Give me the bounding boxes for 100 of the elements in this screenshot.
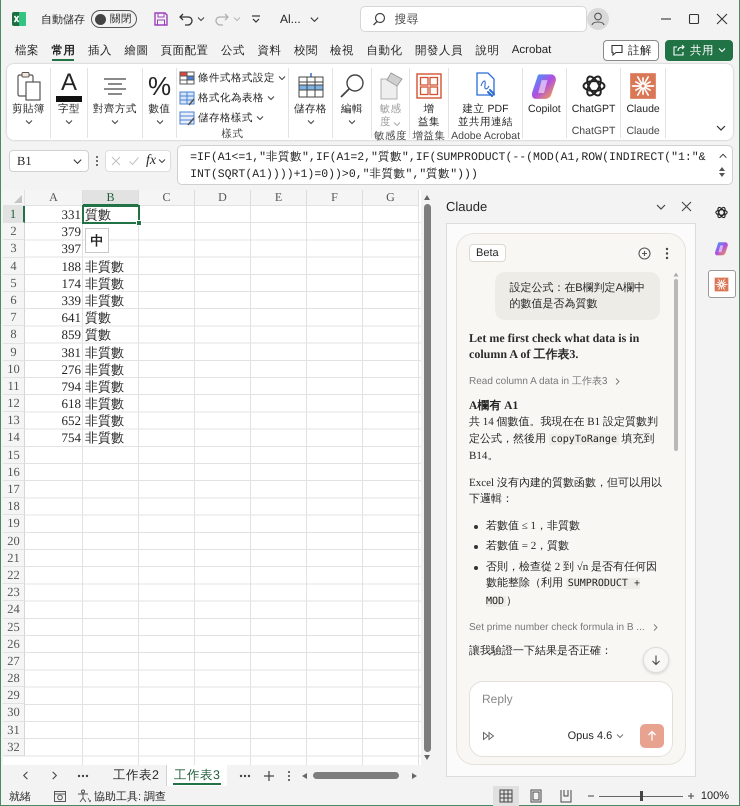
- more-icon[interactable]: [95, 155, 99, 167]
- close-icon[interactable]: [714, 12, 729, 26]
- menu-tab[interactable]: 檢視: [324, 38, 360, 62]
- customize-icon[interactable]: [250, 13, 262, 25]
- menu-tab[interactable]: 說明: [469, 38, 506, 62]
- scroll-down-button[interactable]: [643, 647, 670, 673]
- row-header[interactable]: 28: [3, 670, 25, 688]
- ribbon-button[interactable]: Claude: [623, 68, 663, 124]
- ribbon-button[interactable]: % 數值: [145, 68, 174, 138]
- row-header[interactable]: 1: [3, 206, 25, 224]
- row-header[interactable]: 18: [3, 498, 25, 516]
- row-header[interactable]: 2: [3, 223, 25, 240]
- menu-tab[interactable]: 頁面配置: [154, 38, 215, 62]
- more-icon[interactable]: [238, 774, 251, 778]
- ribbon-button[interactable]: 對齊方式: [90, 68, 140, 138]
- row-header[interactable]: 19: [3, 515, 25, 533]
- row-header[interactable]: 4: [3, 258, 25, 275]
- ribbon-button[interactable]: 增 益集: [412, 68, 446, 129]
- row-header[interactable]: 7: [3, 309, 25, 326]
- menu-tab[interactable]: 資料: [251, 38, 288, 62]
- row-header[interactable]: 24: [3, 601, 25, 618]
- column-header[interactable]: C: [139, 190, 195, 206]
- more-icon[interactable]: [286, 770, 291, 782]
- file-name-button[interactable]: Al...: [280, 12, 320, 26]
- accessibility-button[interactable]: 協助工具: 調查: [77, 788, 166, 804]
- ribbon-button[interactable]: A 字型: [53, 68, 85, 138]
- ribbon-button[interactable]: Copilot: [525, 68, 564, 138]
- formula-field[interactable]: =IF(A1<=1,"非質數",IF(A1=2,"質數",IF(SUMPRODUCT(--(MOD(A1,ROW(INDIRECT("1:"& INT(SQRT(A1))))+1)=0))>0,"非質數","質數"))): [177, 145, 733, 185]
- menu-tab[interactable]: Acrobat: [506, 38, 558, 62]
- column-header[interactable]: G: [363, 190, 419, 206]
- row-header[interactable]: 11: [3, 378, 25, 396]
- menu-tab[interactable]: 開發人員: [408, 38, 470, 62]
- row-header[interactable]: 16: [3, 464, 25, 481]
- ribbon-button[interactable]: 建立 PDF 並共用連結: [455, 68, 516, 129]
- undo-icon[interactable]: [178, 11, 194, 27]
- close-icon[interactable]: [681, 201, 692, 212]
- more-icon[interactable]: [77, 774, 89, 778]
- row-header[interactable]: 22: [3, 566, 25, 584]
- scroll-right-icon[interactable]: [411, 772, 419, 780]
- menu-tab[interactable]: 自動化: [360, 38, 409, 62]
- fill-handle[interactable]: [136, 220, 142, 226]
- ribbon-button[interactable]: 剪貼簿: [9, 68, 48, 138]
- row-header[interactable]: 29: [3, 687, 25, 704]
- scrollbar-thumb[interactable]: [424, 204, 430, 752]
- row-header[interactable]: 21: [3, 550, 25, 567]
- row-header[interactable]: 10: [3, 360, 25, 378]
- row-header[interactable]: 27: [3, 652, 25, 670]
- row-header[interactable]: 13: [3, 412, 25, 430]
- column-header[interactable]: A: [25, 190, 83, 206]
- row-header[interactable]: 25: [3, 618, 25, 636]
- record-icon[interactable]: [53, 789, 67, 803]
- row-header[interactable]: 9: [3, 344, 25, 361]
- spin-icon[interactable]: [718, 166, 726, 178]
- row-header[interactable]: 5: [3, 274, 25, 292]
- row-header[interactable]: 6: [3, 292, 25, 310]
- sheet-tab[interactable]: 工作表3: [166, 765, 227, 786]
- row-header[interactable]: 23: [3, 584, 25, 602]
- share-button[interactable]: 共用: [665, 40, 733, 60]
- menu-tab[interactable]: 公式: [214, 38, 252, 62]
- view-button[interactable]: [492, 786, 519, 806]
- new-chat-icon[interactable]: [638, 246, 652, 260]
- row-header[interactable]: 14: [3, 429, 25, 447]
- row-header[interactable]: 3: [3, 240, 25, 258]
- row-header[interactable]: 26: [3, 636, 25, 653]
- model-selector[interactable]: Opus 4.6: [568, 730, 624, 742]
- column-header[interactable]: B: [83, 190, 139, 206]
- scrollbar-thumb[interactable]: [312, 772, 399, 779]
- scroll-left-icon[interactable]: [300, 772, 309, 780]
- scrollbar-thumb[interactable]: [674, 279, 678, 451]
- ribbon-button[interactable]: 編輯: [335, 68, 370, 138]
- tool-call-link[interactable]: Set prime number check formula in B ...: [469, 622, 660, 633]
- column-header[interactable]: F: [307, 190, 363, 206]
- row-header[interactable]: 8: [3, 326, 25, 344]
- menu-tab[interactable]: 檔案: [9, 38, 46, 62]
- comments-button[interactable]: 註解: [603, 40, 659, 60]
- maximize-icon[interactable]: [686, 12, 701, 26]
- ribbon-button[interactable]: 儲存格樣式: [179, 109, 286, 127]
- row-header[interactable]: 15: [3, 446, 25, 464]
- add-icon[interactable]: [262, 770, 275, 782]
- menu-tab[interactable]: 繪圖: [118, 38, 154, 62]
- scroll-up-icon[interactable]: [718, 151, 728, 161]
- ribbon-button[interactable]: ChatGPT: [568, 68, 618, 124]
- menu-tab[interactable]: 插入: [82, 38, 118, 62]
- fast-forward-icon[interactable]: [482, 731, 496, 741]
- ribbon-button[interactable]: 條件式格式設定: [179, 69, 286, 87]
- row-header[interactable]: 20: [3, 532, 25, 550]
- row-header[interactable]: 31: [3, 722, 25, 739]
- row-header[interactable]: 17: [3, 481, 25, 498]
- search-field[interactable]: 搜尋: [360, 6, 587, 32]
- ribbon-button[interactable]: 儲存格: [291, 68, 330, 138]
- row-header[interactable]: 12: [3, 395, 25, 412]
- avatar-icon[interactable]: [586, 8, 609, 30]
- slider-thumb[interactable]: [640, 791, 643, 801]
- scroll-down-icon[interactable]: [423, 754, 431, 762]
- save-icon[interactable]: [153, 11, 169, 27]
- reply-field[interactable]: Reply: [482, 692, 652, 706]
- kebab-menu-icon[interactable]: [665, 246, 670, 260]
- menu-tab[interactable]: 校閱: [288, 38, 324, 62]
- autosave-toggle[interactable]: 關閉: [91, 10, 137, 28]
- row-header[interactable]: 32: [3, 738, 25, 756]
